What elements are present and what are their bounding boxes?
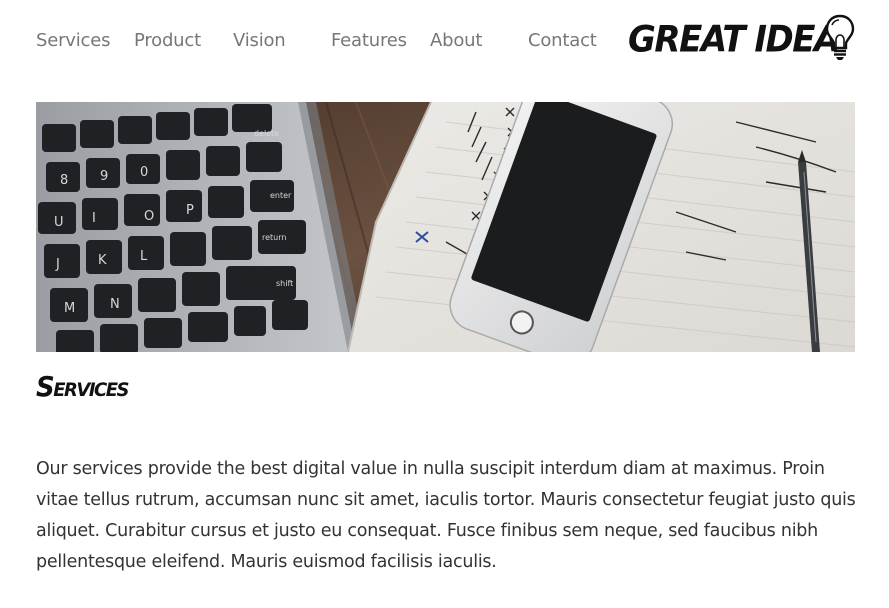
svg-text:L: L — [140, 249, 148, 264]
svg-text:shift: shift — [276, 279, 293, 288]
laptop-phone-notebook-photo: O P J K L M N U I 8 9 0 return delete sh… — [36, 102, 855, 352]
nav-link-features[interactable]: Features — [331, 30, 407, 51]
svg-text:K: K — [98, 253, 107, 268]
brand-logo[interactable]: GREAT IDEA — [626, 12, 858, 64]
lightbulb-icon — [825, 14, 855, 60]
svg-text:P: P — [186, 203, 194, 218]
nav-link-about[interactable]: About — [430, 30, 482, 51]
svg-text:delete: delete — [254, 129, 279, 138]
nav-link-contact[interactable]: Contact — [528, 30, 597, 51]
svg-text:J: J — [55, 257, 60, 272]
nav-link-services[interactable]: Services — [36, 30, 111, 51]
svg-text:U: U — [54, 215, 64, 230]
svg-text:M: M — [64, 301, 75, 316]
svg-text:8: 8 — [60, 173, 68, 188]
svg-text:return: return — [262, 233, 286, 242]
svg-text:O: O — [144, 209, 154, 224]
section-body-text: Our services provide the best digital va… — [36, 459, 856, 572]
svg-text:enter: enter — [270, 191, 292, 200]
svg-text:N: N — [110, 297, 120, 312]
nav-link-product[interactable]: Product — [134, 30, 201, 51]
section-title: Services — [36, 372, 129, 404]
svg-text:9: 9 — [100, 169, 108, 184]
logo-text: GREAT IDEA — [628, 18, 840, 62]
svg-text:I: I — [92, 211, 96, 226]
hero-image: O P J K L M N U I 8 9 0 return delete sh… — [36, 102, 855, 352]
svg-text:0: 0 — [140, 165, 148, 180]
nav-link-vision[interactable]: Vision — [233, 30, 286, 51]
